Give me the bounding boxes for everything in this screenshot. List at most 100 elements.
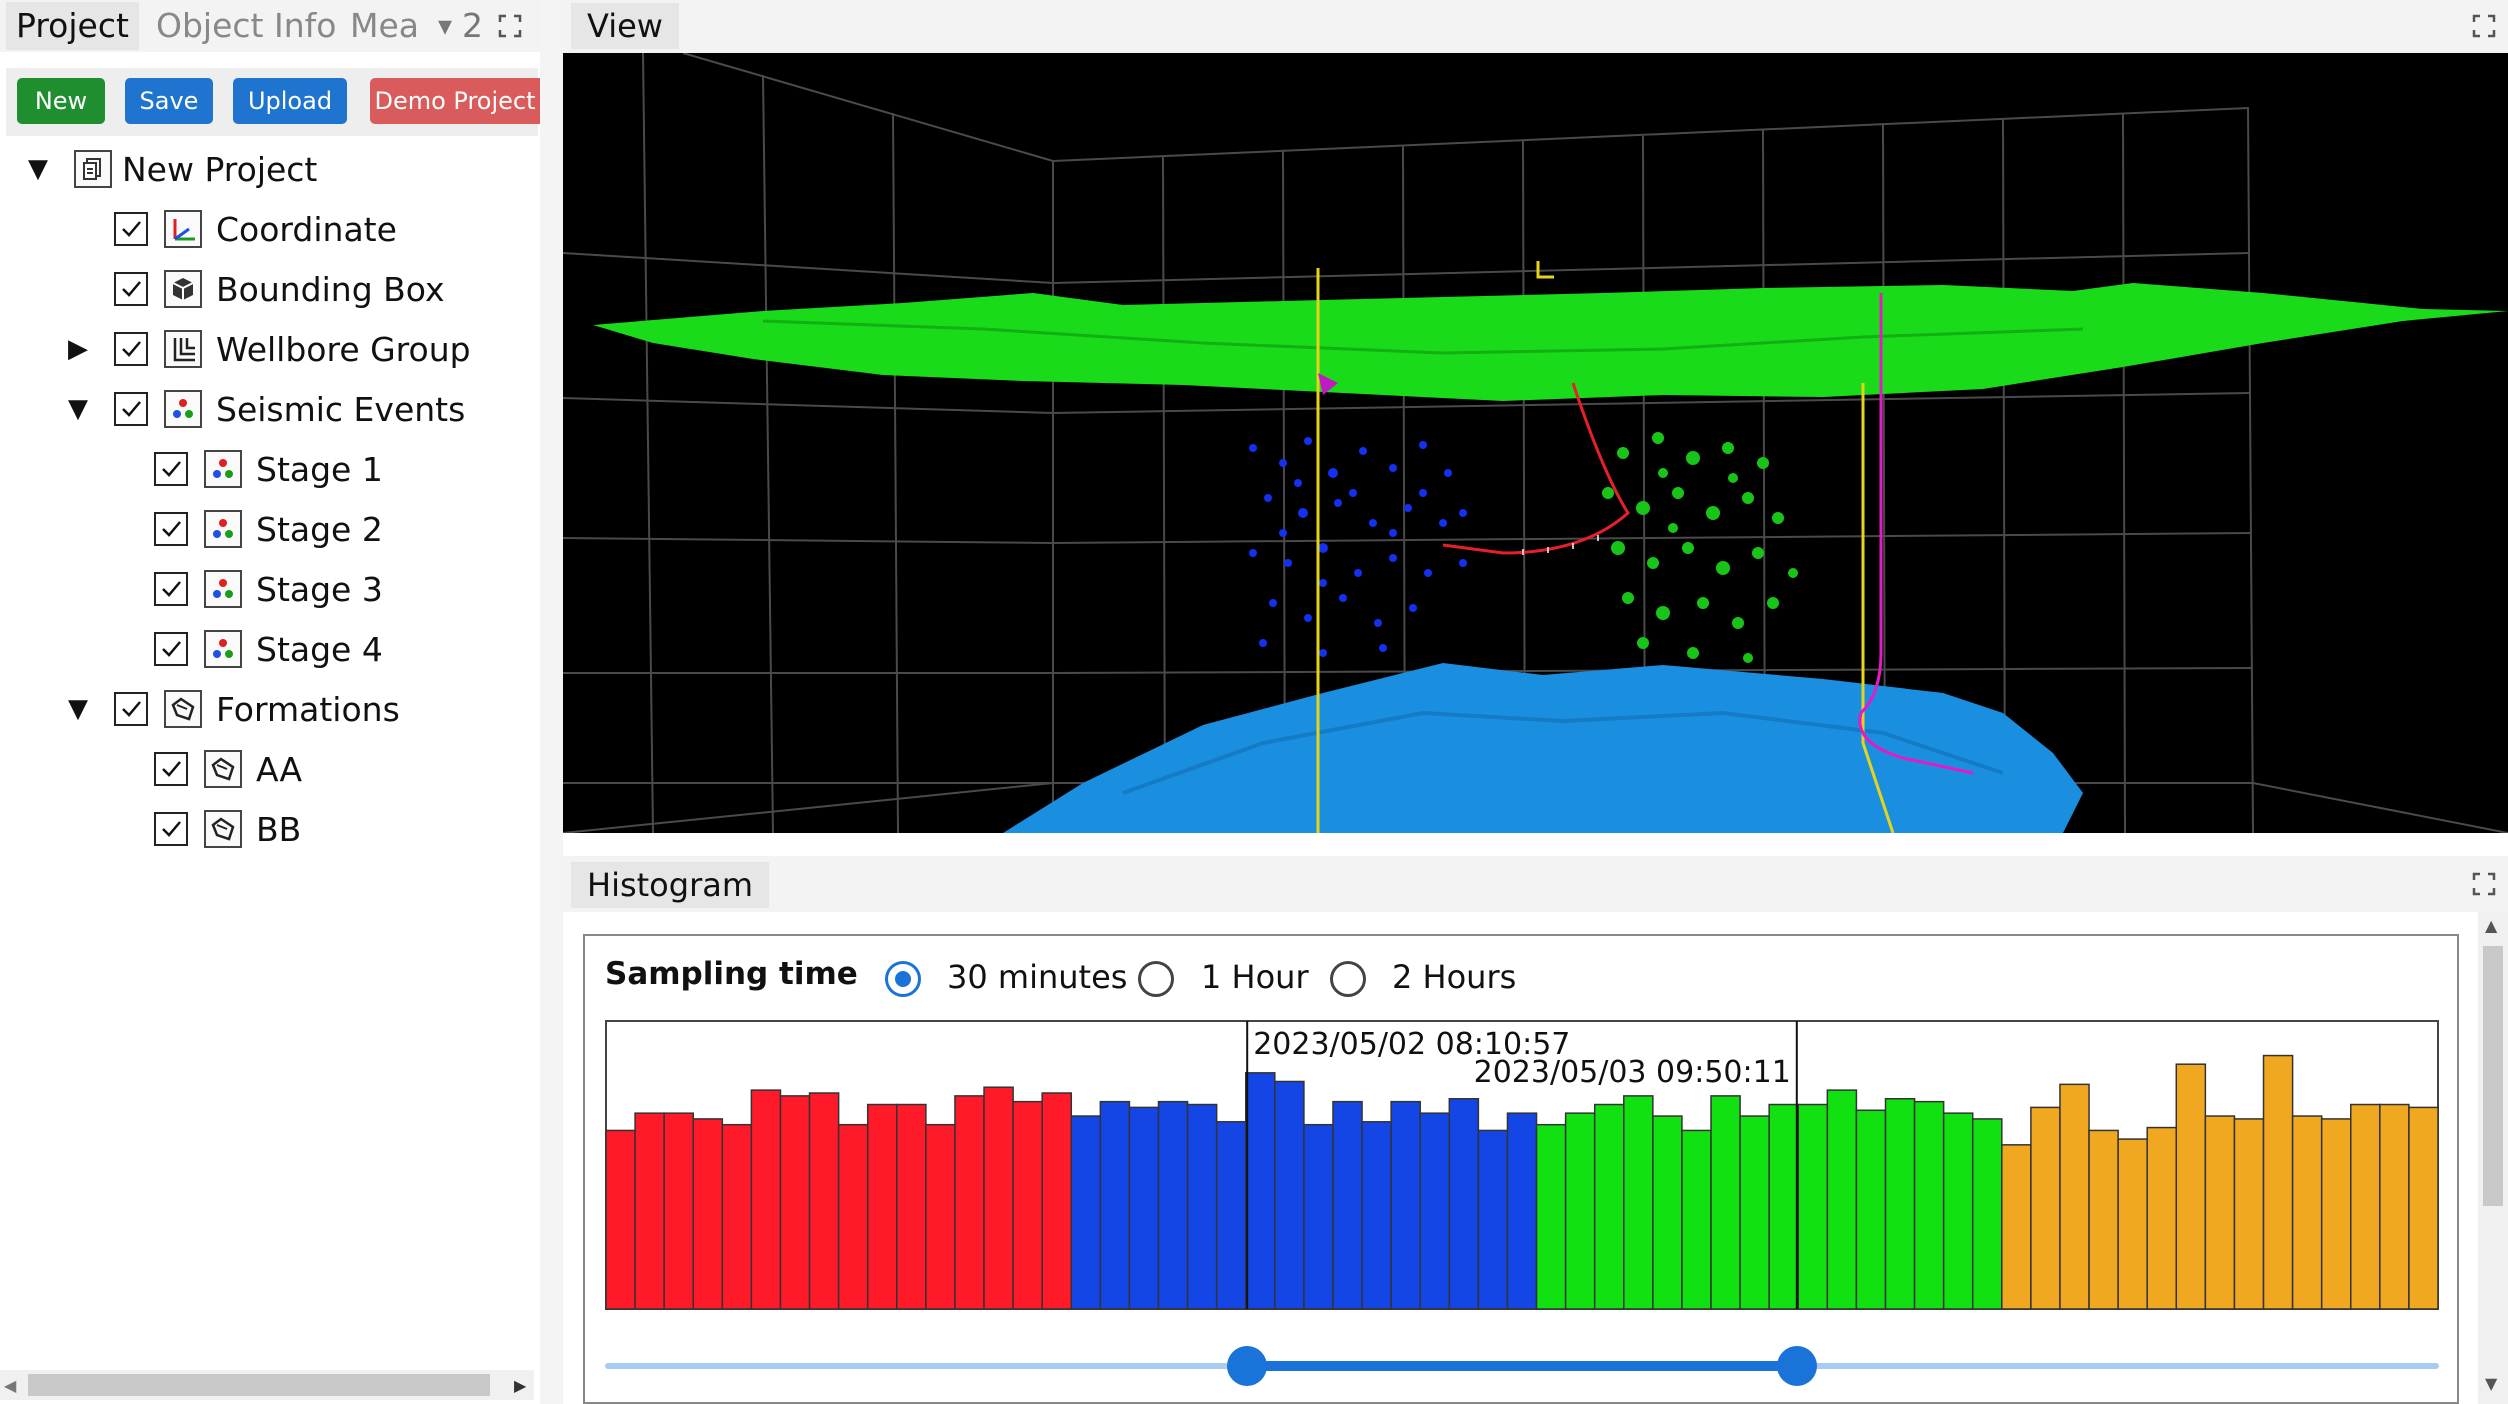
- tree-item-formations[interactable]: ▼ Formations: [64, 684, 400, 734]
- histogram-bar[interactable]: [1303, 1123, 1334, 1310]
- tab-project[interactable]: Project: [6, 2, 139, 50]
- histogram-bar[interactable]: [2059, 1083, 2090, 1310]
- histogram-bar[interactable]: [837, 1123, 869, 1310]
- tree-item-bounding-box[interactable]: Bounding Box: [114, 264, 444, 314]
- histogram-bar[interactable]: [1361, 1121, 1392, 1310]
- histogram-bar[interactable]: [1884, 1098, 1916, 1310]
- histogram-bar[interactable]: [1913, 1100, 1945, 1310]
- histogram-bar[interactable]: [1768, 1103, 1800, 1310]
- histogram-bar[interactable]: [2146, 1126, 2178, 1310]
- histogram-bar[interactable]: [2291, 1115, 2323, 1310]
- histogram-bar[interactable]: [1564, 1112, 1596, 1310]
- checkbox[interactable]: [114, 392, 148, 426]
- histogram-bar[interactable]: [605, 1129, 636, 1310]
- tree-item-coordinate[interactable]: Coordinate: [114, 204, 397, 254]
- checkbox[interactable]: [154, 632, 188, 666]
- histogram-bar[interactable]: [1186, 1103, 1218, 1310]
- histogram-bar[interactable]: [1826, 1089, 1858, 1310]
- histogram-bar[interactable]: [1070, 1115, 1102, 1310]
- histogram-bar[interactable]: [954, 1095, 985, 1310]
- histogram-bar[interactable]: [2175, 1063, 2207, 1310]
- expand-triangle-icon[interactable]: ▶: [64, 334, 92, 364]
- slider-start-handle[interactable]: [1226, 1346, 1267, 1386]
- histogram-bar[interactable]: [1506, 1112, 1538, 1310]
- histogram-bar[interactable]: [1274, 1080, 1305, 1310]
- histogram-bar[interactable]: [1157, 1100, 1189, 1310]
- histogram-bar[interactable]: [1971, 1118, 2003, 1310]
- demo-project-button[interactable]: Demo Project: [370, 78, 540, 124]
- histogram-bar[interactable]: [663, 1112, 694, 1310]
- histogram-bar[interactable]: [2350, 1103, 2381, 1310]
- radio-30-minutes[interactable]: [885, 961, 921, 997]
- checkbox[interactable]: [154, 512, 188, 546]
- checkbox[interactable]: [154, 812, 188, 846]
- histogram-bar[interactable]: [896, 1103, 927, 1310]
- tab-view[interactable]: View: [571, 3, 679, 49]
- collapse-triangle-icon[interactable]: ▼: [64, 694, 92, 724]
- scroll-right-icon[interactable]: ▶: [514, 1376, 526, 1395]
- collapse-triangle-icon[interactable]: ▼: [64, 394, 92, 424]
- histogram-bar[interactable]: [1419, 1112, 1451, 1310]
- histogram-bar[interactable]: [2379, 1103, 2410, 1310]
- 3d-viewport[interactable]: [562, 52, 2508, 834]
- tree-item-new-project[interactable]: ▼ New Project: [24, 144, 317, 194]
- histogram-bar[interactable]: [1099, 1100, 1131, 1310]
- histogram-bar[interactable]: [2408, 1106, 2439, 1310]
- histogram-bar[interactable]: [1332, 1100, 1363, 1310]
- radio-2-hours[interactable]: [1330, 961, 1366, 997]
- tree-item-stage-4[interactable]: Stage 4: [154, 624, 383, 674]
- histogram-bar[interactable]: [866, 1103, 898, 1310]
- histogram-bar[interactable]: [2320, 1118, 2352, 1310]
- tree-item-aa[interactable]: AA: [154, 744, 302, 794]
- histogram-bar[interactable]: [1128, 1106, 1160, 1310]
- upload-button[interactable]: Upload: [233, 78, 347, 124]
- histogram-bar[interactable]: [721, 1123, 753, 1310]
- histogram-bar[interactable]: [1942, 1112, 1974, 1310]
- checkbox[interactable]: [114, 332, 148, 366]
- tree-item-bb[interactable]: BB: [154, 804, 301, 854]
- scroll-down-icon[interactable]: ▼: [2485, 1374, 2497, 1393]
- tree-item-stage-3[interactable]: Stage 3: [154, 564, 383, 614]
- tree-item-stage-1[interactable]: Stage 1: [154, 444, 383, 494]
- histogram-bar[interactable]: [1215, 1121, 1247, 1310]
- save-button[interactable]: Save: [125, 78, 213, 124]
- histogram-bar[interactable]: [1681, 1129, 1712, 1310]
- checkbox[interactable]: [114, 212, 148, 246]
- histogram-bar[interactable]: [1710, 1095, 1741, 1310]
- tab-measure[interactable]: Mea: [350, 2, 419, 50]
- scroll-up-icon[interactable]: ▲: [2485, 916, 2497, 935]
- histogram-bar[interactable]: [1390, 1100, 1421, 1310]
- slider-end-handle[interactable]: [1777, 1346, 1818, 1386]
- histogram-bar[interactable]: [1797, 1103, 1829, 1310]
- checkbox[interactable]: [154, 752, 188, 786]
- histogram-bar[interactable]: [1012, 1100, 1043, 1310]
- histogram-bar[interactable]: [1244, 1072, 1276, 1310]
- scrollbar-thumb[interactable]: [2483, 946, 2503, 1206]
- scrollbar-thumb[interactable]: [28, 1374, 490, 1396]
- scroll-left-icon[interactable]: ◀: [4, 1376, 16, 1395]
- checkbox[interactable]: [114, 272, 148, 306]
- radio-1-hour[interactable]: [1138, 961, 1174, 997]
- tree-item-stage-2[interactable]: Stage 2: [154, 504, 383, 554]
- histogram-bar[interactable]: [1623, 1095, 1654, 1310]
- chevron-down-icon[interactable]: ▾: [438, 2, 452, 50]
- histogram-bar[interactable]: [1477, 1129, 1509, 1310]
- histogram-bar[interactable]: [983, 1086, 1014, 1310]
- histogram-bar[interactable]: [2262, 1054, 2294, 1310]
- new-button[interactable]: New: [17, 78, 105, 124]
- histogram-bar[interactable]: [2233, 1118, 2265, 1310]
- histogram-bar[interactable]: [779, 1095, 811, 1310]
- histogram-bar[interactable]: [1041, 1092, 1073, 1310]
- time-range-slider[interactable]: [605, 1346, 2439, 1386]
- histogram-bar[interactable]: [808, 1092, 840, 1310]
- histogram-bar[interactable]: [1535, 1123, 1567, 1310]
- checkbox[interactable]: [154, 572, 188, 606]
- tab-object-info[interactable]: Object Info: [156, 2, 336, 50]
- histogram-bar[interactable]: [1448, 1098, 1480, 1310]
- histogram-bar[interactable]: [1855, 1109, 1887, 1310]
- histogram-bar[interactable]: [2117, 1138, 2148, 1310]
- histogram-bar[interactable]: [1652, 1115, 1683, 1310]
- tree-item-wellbore-group[interactable]: ▶ Wellbore Group: [64, 324, 471, 374]
- collapse-triangle-icon[interactable]: ▼: [24, 154, 52, 184]
- histogram-chart[interactable]: 2023/05/02 08:10:57 2023/05/03 09:50:11: [605, 1020, 2439, 1310]
